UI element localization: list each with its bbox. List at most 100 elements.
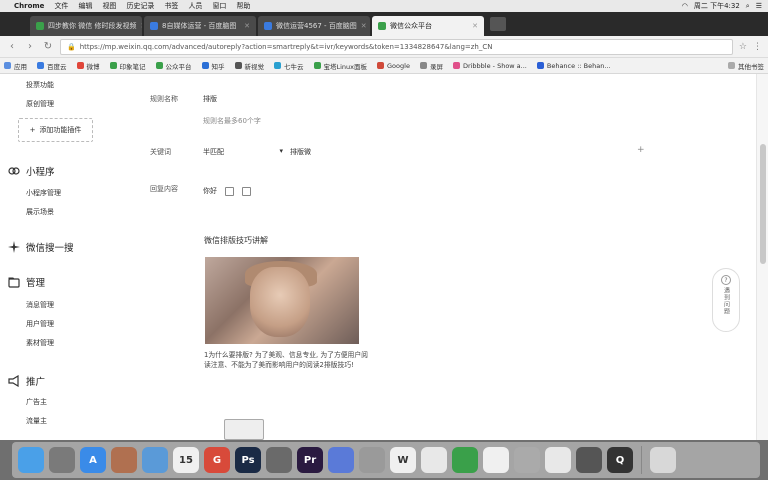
add-plugin-label: 添加功能插件: [39, 126, 82, 134]
chrome-icon[interactable]: G: [204, 447, 230, 473]
bookmark-other[interactable]: 其他书签: [728, 61, 764, 71]
app-menu-chrome[interactable]: Chrome: [14, 2, 44, 10]
close-icon[interactable]: ✕: [361, 22, 367, 30]
search-icon[interactable]: ⌕: [746, 2, 750, 11]
tab-1[interactable]: 四步教你 微信 修时段发视频✕: [30, 16, 142, 36]
sidebar-item-original[interactable]: 原创管理: [26, 99, 54, 109]
bookmark-baota[interactable]: 宝塔Linux面板: [313, 61, 367, 71]
finder-icon[interactable]: [18, 447, 44, 473]
forward-icon[interactable]: ›: [24, 41, 36, 52]
tab-favicon: [264, 22, 272, 30]
bookmark-mp[interactable]: 公众平台: [155, 61, 192, 71]
scrollbar[interactable]: [756, 74, 768, 440]
screenshot-icon[interactable]: [576, 447, 602, 473]
bookmark-baiduyun[interactable]: 百度云: [37, 61, 67, 71]
keynote-icon[interactable]: [328, 447, 354, 473]
keyword-input[interactable]: 排版微: [290, 147, 311, 157]
calendar-icon[interactable]: 15: [173, 447, 199, 473]
delete-icon[interactable]: [242, 186, 251, 196]
sidebar-item-messages[interactable]: 消息管理: [26, 300, 54, 310]
safari-icon[interactable]: [142, 447, 168, 473]
help-widget[interactable]: ? 遇到问题: [712, 268, 740, 332]
bookmark-star-icon[interactable]: ☆: [739, 42, 747, 52]
folder-icon[interactable]: [514, 447, 540, 473]
bookmark-apps[interactable]: 应用: [4, 61, 27, 71]
add-plugin-button[interactable]: + 添加功能插件: [18, 118, 93, 142]
close-icon[interactable]: ✕: [472, 22, 478, 30]
menu-history[interactable]: 历史记录: [126, 1, 154, 11]
close-icon[interactable]: ✕: [244, 22, 250, 30]
sidebar-item-display-scene[interactable]: 展示场景: [26, 207, 54, 217]
photoshop-icon[interactable]: Ps: [235, 447, 261, 473]
menu-people[interactable]: 人员: [188, 1, 202, 11]
quicktime-icon[interactable]: Q: [607, 447, 633, 473]
match-mode-select[interactable]: 半匹配 ▾: [203, 147, 283, 157]
tab-3[interactable]: 微信运营4567 - 百度脑图 ✕: [258, 16, 370, 36]
menu-edit[interactable]: 编辑: [78, 1, 92, 11]
premiere-icon[interactable]: Pr: [297, 447, 323, 473]
scrollbar-thumb[interactable]: [760, 144, 766, 264]
sidebar-section-promote[interactable]: 推广: [8, 374, 45, 388]
section-title: 小程序: [26, 167, 55, 178]
preview-icon[interactable]: [111, 447, 137, 473]
sidebar-item-advertiser[interactable]: 广告主: [26, 397, 47, 407]
menu-window[interactable]: 窗口: [212, 1, 226, 11]
textedit-icon[interactable]: [483, 447, 509, 473]
new-tab-button[interactable]: [490, 17, 506, 31]
reload-icon[interactable]: ↻: [42, 41, 54, 52]
macos-menubar: Chrome 文件 编辑 视图 历史记录 书签 人员 窗口 帮助 ◠ 周二 下午…: [0, 0, 768, 12]
bookmark-weibo[interactable]: 微博: [76, 61, 100, 71]
sidebar-section-search[interactable]: 微信搜一搜: [8, 240, 74, 254]
tab-4-active[interactable]: 微信公众平台 ✕: [372, 16, 484, 36]
article-title[interactable]: 微信排版技巧讲解: [204, 235, 268, 246]
wechat-icon[interactable]: [452, 447, 478, 473]
sidebar-item-publisher[interactable]: 流量主: [26, 416, 47, 426]
tab-2[interactable]: 8自媒体运营 - 百度脑图 ✕: [144, 16, 256, 36]
appstore-icon[interactable]: A: [80, 447, 106, 473]
bookmark-qiniu[interactable]: 七牛云: [274, 61, 304, 71]
chrome-menu-icon[interactable]: ⋮: [753, 42, 762, 52]
bookmark-zhihu[interactable]: 知乎: [201, 61, 225, 71]
bookmark-behance[interactable]: Behance :: Behan...: [536, 62, 611, 70]
article-cover-image[interactable]: [205, 257, 359, 344]
folder-icon: [8, 277, 20, 288]
sidebar-item-miniprogram-manage[interactable]: 小程序管理: [26, 188, 61, 198]
clock[interactable]: 周二 下午4:32: [694, 1, 740, 11]
wifi-icon[interactable]: ◠: [682, 2, 688, 10]
app-icon[interactable]: [359, 447, 385, 473]
sidebar-section-miniprogram[interactable]: 小程序: [8, 164, 55, 178]
help-label: 遇到问题: [722, 287, 730, 315]
url-field[interactable]: 🔒 https://mp.weixin.qq.com/advanced/auto…: [60, 38, 733, 55]
page-content: 投票功能 原创管理 + 添加功能插件 小程序 小程序管理 展示场景 微信搜一搜 …: [0, 74, 768, 440]
edit-icon[interactable]: [225, 186, 234, 196]
menu-list-icon[interactable]: ☰: [756, 2, 762, 10]
close-icon[interactable]: ✕: [140, 22, 142, 30]
menu-help[interactable]: 帮助: [236, 1, 250, 11]
menu-file[interactable]: 文件: [54, 1, 68, 11]
tab-strip: 四步教你 微信 修时段发视频✕ 8自媒体运营 - 百度脑图✕ 微信运营4567 …: [0, 12, 768, 36]
add-keyword-icon[interactable]: +: [637, 145, 645, 155]
qq-icon[interactable]: [421, 447, 447, 473]
bookmark-google[interactable]: Google: [377, 62, 410, 70]
bookmark-luping[interactable]: 录屏: [419, 61, 443, 71]
chrome-icon-2[interactable]: [266, 447, 292, 473]
bookmark-evernote[interactable]: 印象笔记: [109, 61, 146, 71]
menu-view[interactable]: 视图: [102, 1, 116, 11]
menu-bookmarks[interactable]: 书签: [164, 1, 178, 11]
rule-name-input[interactable]: 排版: [203, 94, 217, 104]
bookmarks-bar: 应用 百度云 微博 印象笔记 公众平台 知乎 新视觉 七牛云 宝塔Linux面板…: [0, 58, 768, 74]
sidebar-item-assets[interactable]: 素材管理: [26, 338, 54, 348]
sidebar-item-vote[interactable]: 投票功能: [26, 80, 54, 90]
writer-icon[interactable]: W: [390, 447, 416, 473]
trash-icon[interactable]: [650, 447, 676, 473]
article-thumbnail[interactable]: [224, 419, 264, 440]
chevron-down-icon: ▾: [279, 147, 283, 155]
back-icon[interactable]: ‹: [6, 41, 18, 52]
bookmark-xinshijue[interactable]: 新视觉: [234, 61, 264, 71]
photos-icon[interactable]: [545, 447, 571, 473]
sidebar-section-manage[interactable]: 管理: [8, 275, 45, 289]
sidebar-item-users[interactable]: 用户管理: [26, 319, 54, 329]
url-text: https://mp.weixin.qq.com/advanced/autore…: [79, 42, 493, 51]
launchpad-icon[interactable]: [49, 447, 75, 473]
bookmark-dribbble[interactable]: Dribbble - Show a...: [452, 62, 527, 70]
